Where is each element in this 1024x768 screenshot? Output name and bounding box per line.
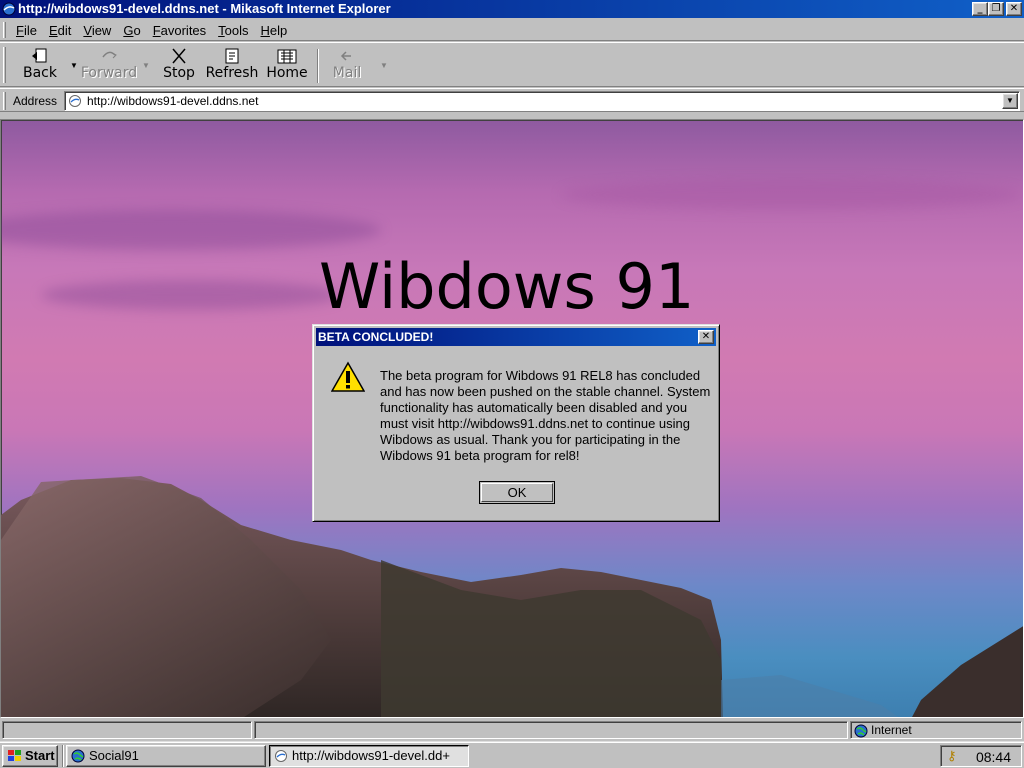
status-zone-pane: Internet — [850, 721, 1022, 739]
home-button[interactable]: Home — [264, 47, 310, 87]
home-icon — [277, 49, 297, 64]
refresh-icon — [225, 48, 239, 64]
mail-dropdown-icon[interactable]: ▼ — [380, 61, 388, 70]
ok-button[interactable]: OK — [479, 481, 555, 504]
stop-icon — [172, 48, 186, 64]
menu-bar: File Edit View Go Favorites Tools Help — [0, 19, 1024, 41]
address-bar: Address http://wibdows91-devel.ddns.net … — [0, 88, 1024, 112]
mail-label: Mail — [332, 65, 362, 81]
status-progress-pane — [254, 721, 848, 739]
start-logo-icon — [8, 750, 21, 761]
address-grip[interactable] — [3, 92, 6, 110]
menu-file[interactable]: File — [10, 22, 43, 40]
system-tray: ⚷ 08:44 — [940, 745, 1022, 767]
menu-edit[interactable]: Edit — [43, 22, 77, 40]
page-icon — [69, 95, 81, 107]
taskbar-separator — [62, 745, 64, 767]
task-button-browser[interactable]: http://wibdows91-devel.dd+ — [269, 745, 469, 767]
minimize-button[interactable]: _ — [972, 2, 988, 16]
forward-dropdown-icon[interactable]: ▼ — [142, 61, 150, 70]
menu-favorites[interactable]: Favorites — [147, 22, 212, 40]
globe-icon — [854, 724, 868, 738]
back-button[interactable]: Back — [18, 47, 62, 87]
status-text-pane — [2, 721, 252, 739]
warning-icon — [331, 361, 365, 392]
forward-icon — [102, 51, 117, 59]
back-label: Back — [23, 65, 57, 81]
window-titlebar[interactable]: http://wibdows91-devel.ddns.net - Mikaso… — [0, 0, 1024, 18]
stop-label: Stop — [163, 65, 195, 81]
page-heading: Wibdows 91 — [319, 250, 695, 323]
home-label: Home — [266, 65, 308, 81]
key-icon[interactable]: ⚷ — [947, 748, 957, 764]
toolbar-grip[interactable] — [3, 47, 6, 83]
back-icon — [32, 48, 47, 63]
close-button[interactable]: ✕ — [1006, 2, 1022, 16]
toolbar: Back ▼ Forward ▼ Stop Refresh Home Mail … — [0, 42, 1024, 87]
alert-dialog: BETA CONCLUDED! ✕ The beta program for W… — [312, 324, 720, 522]
dialog-close-button[interactable]: ✕ — [698, 330, 714, 344]
address-dropdown-icon[interactable]: ▼ — [1002, 93, 1018, 109]
clock[interactable]: 08:44 — [976, 749, 1011, 765]
address-url: http://wibdows91-devel.ddns.net — [87, 94, 259, 108]
start-label: Start — [25, 748, 55, 763]
menu-view[interactable]: View — [77, 22, 117, 40]
menu-tools[interactable]: Tools — [212, 22, 254, 40]
address-label: Address — [13, 94, 58, 108]
task-button-social91[interactable]: Social91 — [66, 745, 266, 767]
address-input[interactable]: http://wibdows91-devel.ddns.net ▼ — [64, 91, 1020, 111]
ok-label: OK — [481, 483, 553, 502]
mail-icon — [340, 51, 351, 61]
internet-explorer-icon — [275, 750, 287, 762]
forward-label: Forward — [80, 65, 138, 81]
refresh-button[interactable]: Refresh — [202, 47, 262, 87]
menu-go[interactable]: Go — [117, 22, 146, 40]
start-button[interactable]: Start — [2, 745, 58, 767]
forward-button[interactable]: Forward — [76, 47, 142, 87]
menu-grip[interactable] — [3, 22, 6, 38]
menu-help[interactable]: Help — [255, 22, 294, 40]
status-zone: Internet — [871, 723, 912, 737]
taskbar: Start Social91 http://wibdows91-devel.dd… — [0, 741, 1024, 768]
dialog-message: The beta program for Wibdows 91 REL8 has… — [380, 368, 711, 463]
toolbar-separator — [317, 49, 319, 83]
stop-button[interactable]: Stop — [160, 47, 198, 87]
globe-icon — [71, 749, 85, 763]
task-label: http://wibdows91-devel.dd+ — [292, 748, 450, 763]
mail-button[interactable]: Mail — [328, 47, 366, 87]
task-label: Social91 — [89, 748, 139, 763]
status-bar: Internet — [0, 719, 1024, 740]
window-title: http://wibdows91-devel.ddns.net - Mikaso… — [18, 1, 391, 16]
maximize-button[interactable]: ❐ — [988, 2, 1004, 16]
refresh-label: Refresh — [205, 65, 259, 81]
dialog-titlebar[interactable]: BETA CONCLUDED! ✕ — [316, 328, 716, 346]
dialog-title: BETA CONCLUDED! — [318, 330, 434, 344]
internet-explorer-icon — [2, 2, 16, 16]
